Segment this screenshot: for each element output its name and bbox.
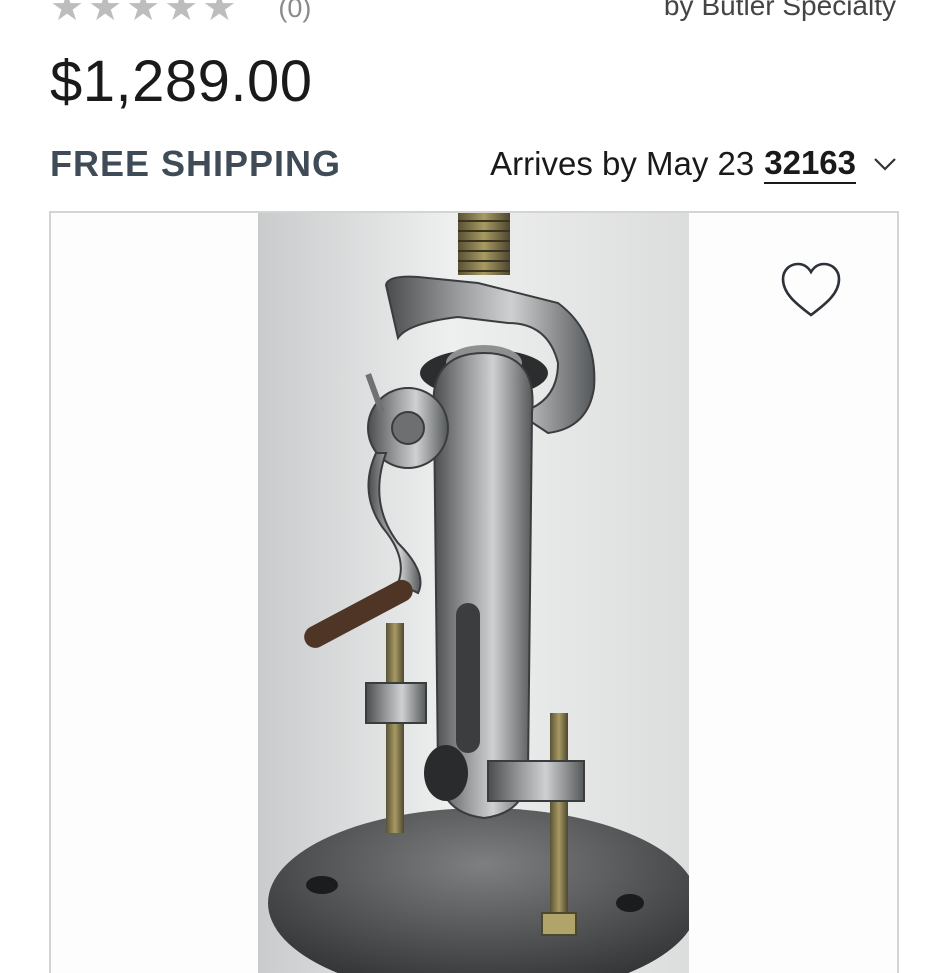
star-icon: ★ [164, 0, 199, 29]
rating-stars: ★ ★ ★ ★ ★ [50, 0, 236, 27]
zip-code-link[interactable]: 32163 [764, 144, 856, 184]
star-icon: ★ [88, 0, 123, 29]
star-icon: ★ [50, 0, 85, 29]
brand-name[interactable]: Butler Specialty [701, 0, 896, 21]
review-count[interactable]: (0) [278, 0, 311, 24]
star-icon: ★ [202, 0, 237, 29]
free-shipping-label: FREE SHIPPING [50, 143, 342, 184]
product-image-card[interactable] [49, 211, 899, 973]
heart-outline-icon[interactable] [779, 261, 843, 321]
delivery-estimate[interactable]: Arrives by May 23 32163 [490, 144, 898, 184]
rating-row[interactable]: ★ ★ ★ ★ ★ (0) [50, 0, 311, 30]
star-icon: ★ [126, 0, 161, 29]
arrives-text: Arrives by May 23 [490, 144, 755, 182]
chevron-down-icon[interactable] [872, 151, 898, 177]
product-price: $1,289.00 [50, 49, 313, 114]
brand-link[interactable]: by Butler Specialty [664, 0, 896, 22]
brand-prefix: by [663, 0, 694, 21]
product-image[interactable] [258, 213, 689, 973]
